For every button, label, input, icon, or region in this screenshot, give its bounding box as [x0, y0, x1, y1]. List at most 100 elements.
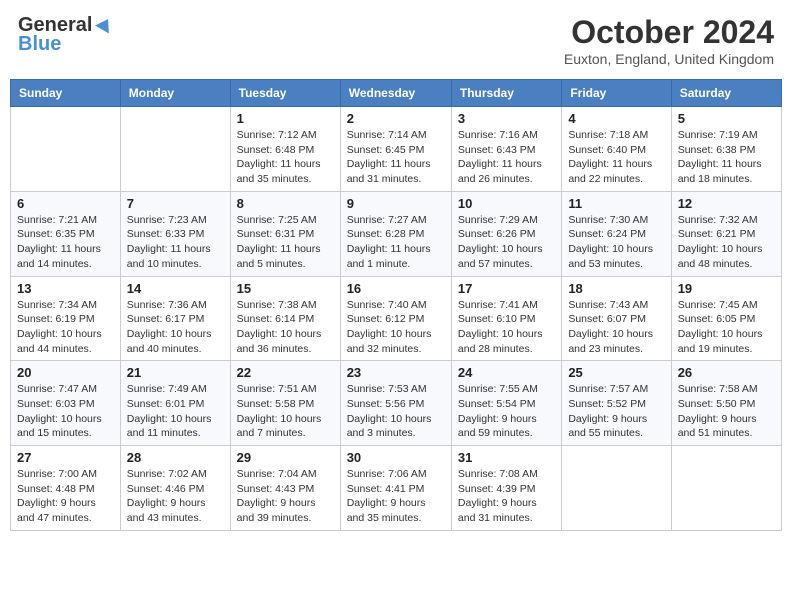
day-number: 11 — [568, 196, 664, 211]
weekday-header-monday: Monday — [120, 80, 230, 107]
day-info: Sunrise: 7:14 AM Sunset: 6:45 PM Dayligh… — [347, 128, 445, 187]
calendar-cell: 22 Sunrise: 7:51 AM Sunset: 5:58 PM Dayli… — [230, 361, 340, 446]
calendar-cell: 10Sunrise: 7:29 AM Sunset: 6:26 PM Dayli… — [451, 191, 561, 276]
calendar-cell: 27 Sunrise: 7:00 AM Sunset: 4:48 PM Dayli… — [11, 446, 121, 531]
day-info: Sunrise: 7:57 AM Sunset: 5:52 PM Dayligh… — [568, 382, 664, 441]
calendar-cell: 7 Sunrise: 7:23 AM Sunset: 6:33 PM Daylig… — [120, 191, 230, 276]
day-number: 1 — [237, 111, 334, 126]
day-number: 10 — [458, 196, 555, 211]
day-info: Sunrise: 7:34 AM Sunset: 6:19 PM Dayligh… — [17, 298, 114, 357]
day-info: Sunrise: 7:23 AM Sunset: 6:33 PM Dayligh… — [127, 213, 224, 272]
day-number: 2 — [347, 111, 445, 126]
day-info: Sunrise: 7:25 AM Sunset: 6:31 PM Dayligh… — [237, 213, 334, 272]
calendar-week-5: 27 Sunrise: 7:00 AM Sunset: 4:48 PM Dayli… — [11, 446, 782, 531]
calendar-cell: 8 Sunrise: 7:25 AM Sunset: 6:31 PM Daylig… — [230, 191, 340, 276]
weekday-header-saturday: Saturday — [671, 80, 781, 107]
calendar-cell: 13 Sunrise: 7:34 AM Sunset: 6:19 PM Dayli… — [11, 276, 121, 361]
calendar-cell — [120, 107, 230, 192]
day-number: 6 — [17, 196, 114, 211]
weekday-header-sunday: Sunday — [11, 80, 121, 107]
calendar-cell: 18Sunrise: 7:43 AM Sunset: 6:07 PM Dayli… — [562, 276, 671, 361]
calendar-header: General Blue October 2024 Euxton, Englan… — [10, 10, 782, 71]
day-info: Sunrise: 7:38 AM Sunset: 6:14 PM Dayligh… — [237, 298, 334, 357]
day-number: 25 — [568, 365, 664, 380]
day-info: Sunrise: 7:19 AM Sunset: 6:38 PM Dayligh… — [678, 128, 775, 187]
day-number: 26 — [678, 365, 775, 380]
calendar-cell — [11, 107, 121, 192]
day-info: Sunrise: 7:41 AM Sunset: 6:10 PM Dayligh… — [458, 298, 555, 357]
calendar-cell: 21Sunrise: 7:49 AM Sunset: 6:01 PM Dayli… — [120, 361, 230, 446]
day-number: 7 — [127, 196, 224, 211]
day-info: Sunrise: 7:51 AM Sunset: 5:58 PM Dayligh… — [237, 382, 334, 441]
weekday-header-friday: Friday — [562, 80, 671, 107]
calendar-cell: 20 Sunrise: 7:47 AM Sunset: 6:03 PM Dayli… — [11, 361, 121, 446]
weekday-header-row: SundayMondayTuesdayWednesdayThursdayFrid… — [11, 80, 782, 107]
calendar-cell: 4 Sunrise: 7:18 AM Sunset: 6:40 PM Daylig… — [562, 107, 671, 192]
calendar-cell: 6 Sunrise: 7:21 AM Sunset: 6:35 PM Daylig… — [11, 191, 121, 276]
day-number: 30 — [347, 450, 445, 465]
day-number: 9 — [347, 196, 445, 211]
calendar-cell: 9 Sunrise: 7:27 AM Sunset: 6:28 PM Daylig… — [340, 191, 451, 276]
day-info: Sunrise: 7:08 AM Sunset: 4:39 PM Dayligh… — [458, 467, 555, 526]
day-number: 27 — [17, 450, 114, 465]
calendar-cell: 24 Sunrise: 7:55 AM Sunset: 5:54 PM Dayli… — [451, 361, 561, 446]
day-number: 20 — [17, 365, 114, 380]
day-number: 22 — [237, 365, 334, 380]
calendar-cell — [562, 446, 671, 531]
calendar-cell: 19Sunrise: 7:45 AM Sunset: 6:05 PM Dayli… — [671, 276, 781, 361]
weekday-header-tuesday: Tuesday — [230, 80, 340, 107]
calendar-cell: 17 Sunrise: 7:41 AM Sunset: 6:10 PM Dayli… — [451, 276, 561, 361]
calendar-cell — [671, 446, 781, 531]
day-number: 8 — [237, 196, 334, 211]
calendar-cell: 25 Sunrise: 7:57 AM Sunset: 5:52 PM Dayli… — [562, 361, 671, 446]
location: Euxton, England, United Kingdom — [564, 51, 774, 67]
day-info: Sunrise: 7:47 AM Sunset: 6:03 PM Dayligh… — [17, 382, 114, 441]
day-number: 15 — [237, 281, 334, 296]
calendar-cell: 31 Sunrise: 7:08 AM Sunset: 4:39 PM Dayli… — [451, 446, 561, 531]
day-info: Sunrise: 7:18 AM Sunset: 6:40 PM Dayligh… — [568, 128, 664, 187]
day-number: 13 — [17, 281, 114, 296]
day-info: Sunrise: 7:02 AM Sunset: 4:46 PM Dayligh… — [127, 467, 224, 526]
calendar-cell: 16 Sunrise: 7:40 AM Sunset: 6:12 PM Dayli… — [340, 276, 451, 361]
calendar-cell: 5 Sunrise: 7:19 AM Sunset: 6:38 PM Daylig… — [671, 107, 781, 192]
day-number: 14 — [127, 281, 224, 296]
day-number: 21 — [127, 365, 224, 380]
calendar-week-4: 20 Sunrise: 7:47 AM Sunset: 6:03 PM Dayli… — [11, 361, 782, 446]
day-info: Sunrise: 7:04 AM Sunset: 4:43 PM Dayligh… — [237, 467, 334, 526]
calendar-cell: 29Sunrise: 7:04 AM Sunset: 4:43 PM Dayli… — [230, 446, 340, 531]
day-number: 28 — [127, 450, 224, 465]
calendar-cell: 11 Sunrise: 7:30 AM Sunset: 6:24 PM Dayli… — [562, 191, 671, 276]
logo: General Blue — [18, 14, 114, 56]
day-number: 17 — [458, 281, 555, 296]
day-info: Sunrise: 7:00 AM Sunset: 4:48 PM Dayligh… — [17, 467, 114, 526]
day-info: Sunrise: 7:21 AM Sunset: 6:35 PM Dayligh… — [17, 213, 114, 272]
calendar-cell: 23Sunrise: 7:53 AM Sunset: 5:56 PM Dayli… — [340, 361, 451, 446]
logo-blue: Blue — [18, 33, 61, 56]
day-number: 4 — [568, 111, 664, 126]
day-info: Sunrise: 7:45 AM Sunset: 6:05 PM Dayligh… — [678, 298, 775, 357]
calendar-cell: 30Sunrise: 7:06 AM Sunset: 4:41 PM Dayli… — [340, 446, 451, 531]
day-info: Sunrise: 7:30 AM Sunset: 6:24 PM Dayligh… — [568, 213, 664, 272]
month-title: October 2024 — [564, 14, 774, 51]
weekday-header-thursday: Thursday — [451, 80, 561, 107]
day-number: 12 — [678, 196, 775, 211]
day-number: 24 — [458, 365, 555, 380]
calendar-cell: 1Sunrise: 7:12 AM Sunset: 6:48 PM Daylig… — [230, 107, 340, 192]
day-info: Sunrise: 7:55 AM Sunset: 5:54 PM Dayligh… — [458, 382, 555, 441]
calendar-week-3: 13 Sunrise: 7:34 AM Sunset: 6:19 PM Dayli… — [11, 276, 782, 361]
day-number: 16 — [347, 281, 445, 296]
calendar-week-2: 6 Sunrise: 7:21 AM Sunset: 6:35 PM Daylig… — [11, 191, 782, 276]
calendar-week-1: 1Sunrise: 7:12 AM Sunset: 6:48 PM Daylig… — [11, 107, 782, 192]
day-number: 3 — [458, 111, 555, 126]
day-info: Sunrise: 7:27 AM Sunset: 6:28 PM Dayligh… — [347, 213, 445, 272]
day-info: Sunrise: 7:53 AM Sunset: 5:56 PM Dayligh… — [347, 382, 445, 441]
day-info: Sunrise: 7:32 AM Sunset: 6:21 PM Dayligh… — [678, 213, 775, 272]
day-info: Sunrise: 7:36 AM Sunset: 6:17 PM Dayligh… — [127, 298, 224, 357]
day-info: Sunrise: 7:16 AM Sunset: 6:43 PM Dayligh… — [458, 128, 555, 187]
day-number: 5 — [678, 111, 775, 126]
day-info: Sunrise: 7:40 AM Sunset: 6:12 PM Dayligh… — [347, 298, 445, 357]
day-number: 31 — [458, 450, 555, 465]
calendar-cell: 26Sunrise: 7:58 AM Sunset: 5:50 PM Dayli… — [671, 361, 781, 446]
calendar-cell: 3 Sunrise: 7:16 AM Sunset: 6:43 PM Daylig… — [451, 107, 561, 192]
day-info: Sunrise: 7:43 AM Sunset: 6:07 PM Dayligh… — [568, 298, 664, 357]
